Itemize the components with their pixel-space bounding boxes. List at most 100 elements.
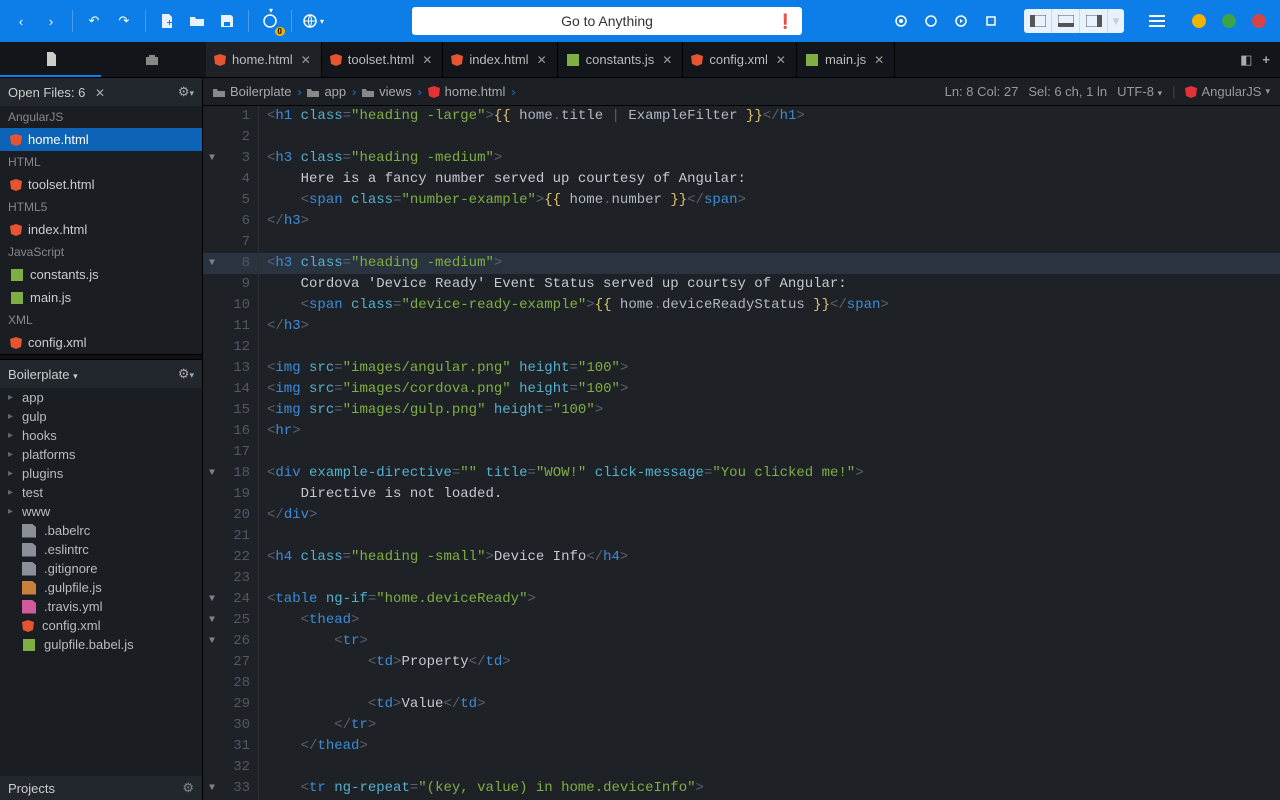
tab-close-button[interactable]: ✕ xyxy=(872,53,886,67)
code-line[interactable]: 29 <td>Value</td> xyxy=(203,694,1280,715)
tree-file[interactable]: .babelrc xyxy=(0,521,202,540)
code-line[interactable]: ▼33 <tr ng-repeat="(key, value) in home.… xyxy=(203,778,1280,799)
fold-toggle[interactable]: ▼ xyxy=(209,631,215,652)
gutter[interactable]: 7 xyxy=(203,232,259,253)
breadcrumb-item[interactable]: views xyxy=(362,84,412,99)
tab-close-button[interactable]: ✕ xyxy=(299,53,313,67)
tab-close-button[interactable]: ✕ xyxy=(774,53,788,67)
encoding-dropdown[interactable]: UTF-8 ▾ xyxy=(1117,84,1162,99)
open-file-item[interactable]: home.html xyxy=(0,128,202,151)
layout-bottom-button[interactable] xyxy=(1052,9,1080,33)
tree-file[interactable]: .gulpfile.js xyxy=(0,578,202,597)
code-line[interactable]: 28 xyxy=(203,673,1280,694)
gutter[interactable]: 32 xyxy=(203,757,259,778)
code-line[interactable]: 20</div> xyxy=(203,505,1280,526)
open-file-item[interactable]: main.js xyxy=(0,286,202,309)
code-content[interactable] xyxy=(259,526,275,547)
code-content[interactable]: Directive is not loaded. xyxy=(259,484,502,505)
tab-close-button[interactable]: ✕ xyxy=(420,53,434,67)
sidebar-tab-files[interactable] xyxy=(0,42,101,77)
code-line[interactable]: 2 xyxy=(203,127,1280,148)
code-content[interactable] xyxy=(259,127,275,148)
tab-close-button[interactable]: ✕ xyxy=(660,53,674,67)
code-line[interactable]: ▼8<h3 class="heading -medium"> xyxy=(203,253,1280,274)
sync-button[interactable]: 0 ▾ xyxy=(257,8,283,34)
code-line[interactable]: 17 xyxy=(203,442,1280,463)
tree-file[interactable]: gulpfile.babel.js xyxy=(0,635,202,654)
tree-folder[interactable]: ▸platforms xyxy=(0,445,202,464)
tree-file[interactable]: .travis.yml xyxy=(0,597,202,616)
gutter[interactable]: 30 xyxy=(203,715,259,736)
fold-toggle[interactable]: ▼ xyxy=(209,148,215,169)
tree-file[interactable]: config.xml xyxy=(0,616,202,635)
minimize-button[interactable] xyxy=(1186,8,1212,34)
nav-forward-button[interactable]: › xyxy=(38,8,64,34)
code-line[interactable]: 30 </tr> xyxy=(203,715,1280,736)
gutter[interactable]: 2 xyxy=(203,127,259,148)
code-content[interactable]: </div> xyxy=(259,505,317,526)
code-content[interactable]: </thead> xyxy=(259,736,368,757)
fold-toggle[interactable]: ▼ xyxy=(209,778,215,799)
editor-tab[interactable]: main.js✕ xyxy=(797,42,895,77)
code-line[interactable]: 1<h1 class="heading -large">{{ home.titl… xyxy=(203,106,1280,127)
code-content[interactable]: <img src="images/angular.png" height="10… xyxy=(259,358,628,379)
code-line[interactable]: 7 xyxy=(203,232,1280,253)
record-button[interactable] xyxy=(888,8,914,34)
tab-close-button[interactable]: ✕ xyxy=(535,53,549,67)
breadcrumb-file[interactable]: home.html xyxy=(428,84,506,99)
project-settings-button[interactable]: ⚙▾ xyxy=(178,366,194,382)
code-line[interactable]: 11</h3> xyxy=(203,316,1280,337)
code-content[interactable]: <td>Property</td> xyxy=(259,652,511,673)
code-content[interactable]: Cordova 'Device Ready' Event Status serv… xyxy=(259,274,847,295)
gutter[interactable]: 14 xyxy=(203,379,259,400)
gutter[interactable]: 11 xyxy=(203,316,259,337)
code-content[interactable]: <tr> xyxy=(259,631,368,652)
open-files-close-button[interactable]: ✕ xyxy=(95,86,105,100)
tree-folder[interactable]: ▸gulp xyxy=(0,407,202,426)
code-content[interactable] xyxy=(259,757,275,778)
gutter[interactable]: ▼26 xyxy=(203,631,259,652)
code-line[interactable]: 14<img src="images/cordova.png" height="… xyxy=(203,379,1280,400)
nav-back-button[interactable]: ‹ xyxy=(8,8,34,34)
project-name-dropdown[interactable]: Boilerplate ▾ xyxy=(8,367,78,382)
code-content[interactable]: <img src="images/cordova.png" height="10… xyxy=(259,379,628,400)
code-line[interactable]: 10 <span class="device-ready-example">{{… xyxy=(203,295,1280,316)
new-tab-button[interactable]: + xyxy=(1262,52,1270,67)
gutter[interactable]: ▼24 xyxy=(203,589,259,610)
code-content[interactable]: <div example-directive="" title="WOW!" c… xyxy=(259,463,864,484)
gutter[interactable]: 13 xyxy=(203,358,259,379)
open-file-item[interactable]: constants.js xyxy=(0,263,202,286)
tree-folder[interactable]: ▸hooks xyxy=(0,426,202,445)
code-editor[interactable]: 1<h1 class="heading -large">{{ home.titl… xyxy=(203,106,1280,800)
code-line[interactable]: ▼24<table ng-if="home.deviceReady"> xyxy=(203,589,1280,610)
code-line[interactable]: ▼25 <thead> xyxy=(203,610,1280,631)
gutter[interactable]: 27 xyxy=(203,652,259,673)
fold-toggle[interactable]: ▼ xyxy=(209,253,215,274)
fold-toggle[interactable]: ▼ xyxy=(209,589,215,610)
gutter[interactable]: 12 xyxy=(203,337,259,358)
breadcrumb-root[interactable]: Boilerplate xyxy=(213,84,291,99)
redo-button[interactable]: ↷ xyxy=(111,8,137,34)
gutter[interactable]: 29 xyxy=(203,694,259,715)
code-line[interactable]: 19 Directive is not loaded. xyxy=(203,484,1280,505)
layout-right-button[interactable] xyxy=(1080,9,1108,33)
code-line[interactable]: ▼3<h3 class="heading -medium"> xyxy=(203,148,1280,169)
fold-toggle[interactable]: ▼ xyxy=(209,610,215,631)
code-content[interactable]: <img src="images/gulp.png" height="100"> xyxy=(259,400,603,421)
code-line[interactable]: ▼26 <tr> xyxy=(203,631,1280,652)
new-file-button[interactable] xyxy=(154,8,180,34)
code-content[interactable]: <h3 class="heading -medium"> xyxy=(259,148,502,169)
maximize-button[interactable] xyxy=(1216,8,1242,34)
code-content[interactable]: </h3> xyxy=(259,316,309,337)
gutter[interactable]: 19 xyxy=(203,484,259,505)
code-content[interactable]: <thead> xyxy=(259,610,359,631)
code-content[interactable]: </tr> xyxy=(259,715,376,736)
code-content[interactable]: <h4 class="heading -small">Device Info</… xyxy=(259,547,628,568)
gutter[interactable]: 23 xyxy=(203,568,259,589)
gutter[interactable]: ▼8 xyxy=(203,253,259,274)
code-line[interactable]: 23 xyxy=(203,568,1280,589)
code-line[interactable]: 9 Cordova 'Device Ready' Event Status se… xyxy=(203,274,1280,295)
gutter[interactable]: 17 xyxy=(203,442,259,463)
open-file-button[interactable] xyxy=(184,8,210,34)
save-button[interactable] xyxy=(214,8,240,34)
